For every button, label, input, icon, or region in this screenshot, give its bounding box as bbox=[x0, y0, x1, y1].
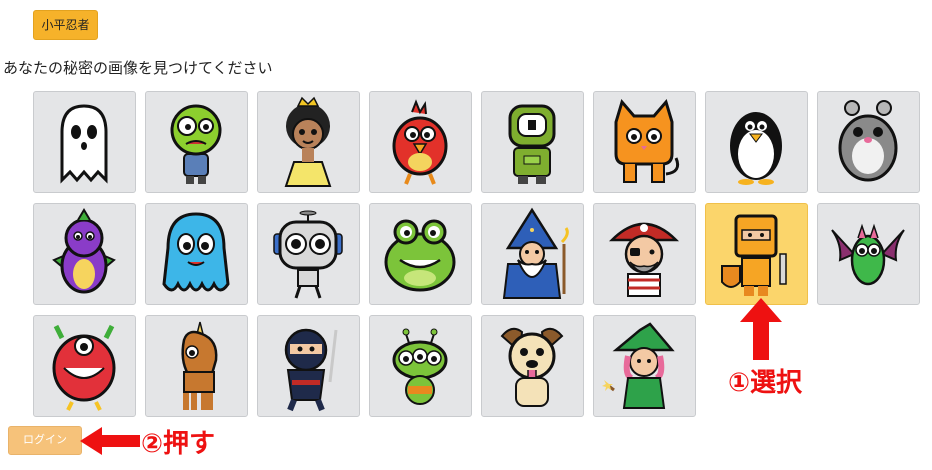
wizard-icon bbox=[502, 207, 569, 299]
image-tile-witch[interactable] bbox=[593, 315, 696, 417]
grey-robot-icon bbox=[273, 210, 343, 299]
monster-icon bbox=[52, 324, 116, 411]
login-button[interactable]: ログイン bbox=[8, 426, 82, 455]
ghost-icon bbox=[60, 104, 108, 184]
image-tile-princess[interactable] bbox=[257, 91, 360, 193]
hamster-icon bbox=[838, 100, 898, 182]
image-tile-red-bird[interactable] bbox=[369, 91, 472, 193]
left-arrow-annotation bbox=[80, 427, 140, 455]
image-tile-ghost[interactable] bbox=[33, 91, 136, 193]
pirate-icon bbox=[608, 222, 680, 297]
image-tile-cat[interactable] bbox=[593, 91, 696, 193]
penguin-icon bbox=[730, 112, 782, 185]
image-tile-alien[interactable] bbox=[369, 315, 472, 417]
image-tile-zombie[interactable] bbox=[145, 91, 248, 193]
page-prompt: あなたの秘密の画像を見つけてください bbox=[3, 59, 273, 77]
image-tile-wizard[interactable] bbox=[481, 203, 584, 305]
cat-icon bbox=[614, 98, 680, 183]
robot-icon bbox=[508, 104, 556, 184]
image-tile-unicorn[interactable] bbox=[145, 315, 248, 417]
image-tile-monster[interactable] bbox=[33, 315, 136, 417]
annotation-select: ①選択 bbox=[728, 368, 803, 398]
alien-icon bbox=[392, 328, 448, 405]
purple-dragon-icon bbox=[52, 208, 116, 294]
image-tile-octopus[interactable] bbox=[145, 203, 248, 305]
image-tile-hamster[interactable] bbox=[817, 91, 920, 193]
frog-icon bbox=[384, 219, 456, 292]
ninja-icon bbox=[284, 328, 338, 412]
witch-icon bbox=[602, 322, 675, 409]
user-name-badge: 小平忍者 bbox=[33, 10, 98, 40]
princess-icon bbox=[284, 96, 332, 187]
octopus-icon bbox=[162, 212, 230, 292]
image-tile-frog[interactable] bbox=[369, 203, 472, 305]
dog-icon bbox=[500, 327, 564, 407]
red-bird-icon bbox=[392, 99, 448, 185]
image-tile-purple-dragon[interactable] bbox=[33, 203, 136, 305]
image-tile-penguin[interactable] bbox=[705, 91, 808, 193]
image-tile-ninja[interactable] bbox=[257, 315, 360, 417]
knight-icon bbox=[721, 214, 787, 296]
bat-icon bbox=[831, 223, 905, 286]
zombie-icon bbox=[170, 104, 222, 184]
annotation-press: ②押す bbox=[141, 429, 216, 459]
image-tile-bat[interactable] bbox=[817, 203, 920, 305]
image-tile-knight[interactable] bbox=[705, 203, 808, 305]
up-arrow-annotation bbox=[740, 298, 782, 360]
image-tile-pirate[interactable] bbox=[593, 203, 696, 305]
image-tile-grey-robot[interactable] bbox=[257, 203, 360, 305]
image-tile-dog[interactable] bbox=[481, 315, 584, 417]
image-tile-robot[interactable] bbox=[481, 91, 584, 193]
unicorn-icon bbox=[181, 321, 218, 410]
